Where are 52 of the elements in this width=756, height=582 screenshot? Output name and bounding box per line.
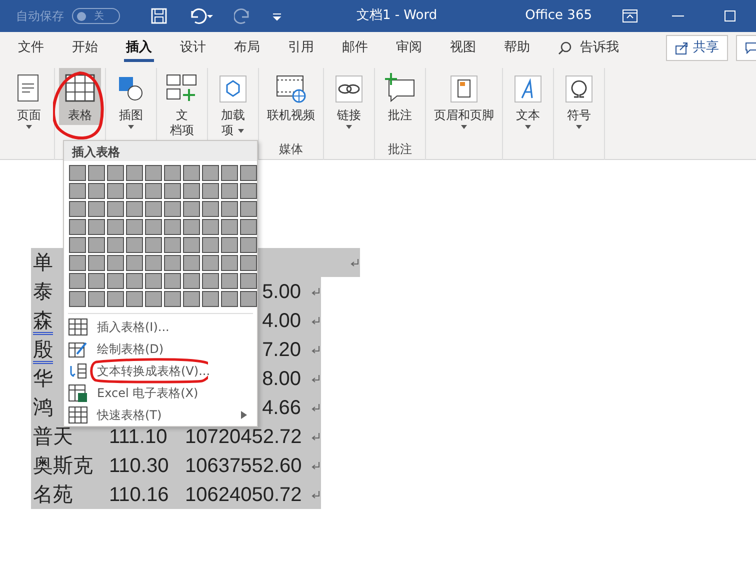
ribbon-tab[interactable]: 文件: [4, 32, 58, 64]
ribbon-button[interactable]: 文本: [507, 68, 549, 133]
document-text: 7.20: [262, 338, 301, 360]
document-text: 4.00: [262, 310, 301, 332]
ribbon-tab[interactable]: 插入: [112, 32, 166, 64]
document-text: 8.00: [262, 368, 301, 390]
window-title: 文档1 - Word: [356, 7, 438, 26]
ribbon-tab[interactable]: 帮助: [490, 32, 544, 64]
ribbon-tab[interactable]: 审阅: [382, 32, 436, 64]
ribbon-button[interactable]: 联机视频: [263, 68, 319, 125]
ribbon-button[interactable]: 插图: [110, 68, 152, 133]
share-button[interactable]: 共享: [666, 35, 728, 61]
menu-header: 插入表格: [64, 141, 257, 161]
group-label: 媒体: [279, 141, 303, 158]
document-text: 华: [33, 368, 53, 390]
document-text: 111.10: [109, 426, 168, 448]
document-text: 普天: [33, 426, 73, 448]
menu-item[interactable]: 快速表格(T): [64, 404, 257, 426]
menu-item[interactable]: Excel 电子表格(X): [64, 382, 257, 404]
ribbon-button[interactable]: 符号: [558, 68, 600, 133]
document-text: 鸿: [33, 396, 53, 418]
document-text: 10624050.72: [185, 484, 302, 506]
ribbon-button[interactable]: 链接: [328, 68, 370, 133]
menu-item[interactable]: 文本转换成表格(V)...: [64, 360, 257, 382]
ribbon-tab[interactable]: 布局: [220, 32, 274, 64]
document-text: 奥斯克: [33, 454, 93, 476]
document-text: 名苑: [33, 484, 73, 506]
ribbon-tab[interactable]: 邮件: [328, 32, 382, 64]
menu-item[interactable]: 绘制表格(D): [64, 338, 257, 360]
document-text: 110.16: [109, 484, 169, 506]
ribbon-tab[interactable]: 引用: [274, 32, 328, 64]
account-name: Office 365: [525, 7, 592, 26]
document-text: 4.66: [262, 396, 301, 418]
document-text: 泰: [33, 280, 53, 302]
document-text: 单: [33, 252, 53, 274]
group-label: 批注: [388, 141, 412, 158]
ribbon-button[interactable]: 文 档项: [161, 68, 203, 140]
ribbon-tab[interactable]: 视图: [436, 32, 490, 64]
ribbon-button[interactable]: 页眉和页脚: [430, 68, 498, 133]
tell-me-search[interactable]: 告诉我: [544, 32, 633, 64]
document-text: 5.00: [262, 280, 301, 302]
ribbon-button[interactable]: 页面: [8, 68, 50, 133]
document-text: 110.30: [109, 454, 169, 476]
ribbon-tab[interactable]: 设计: [166, 32, 220, 64]
ribbon-button[interactable]: 加载 项: [212, 68, 254, 140]
menu-item[interactable]: 插入表格(I)...: [64, 316, 257, 338]
document-text: 10720452.72: [185, 426, 302, 448]
autosave-label: 自动保存: [16, 8, 64, 25]
document-text: 10637552.60: [185, 454, 302, 476]
ribbon-button[interactable]: 批注: [379, 68, 421, 125]
ribbon-tab[interactable]: 开始: [58, 32, 112, 64]
ribbon-button[interactable]: 表格: [59, 68, 101, 125]
